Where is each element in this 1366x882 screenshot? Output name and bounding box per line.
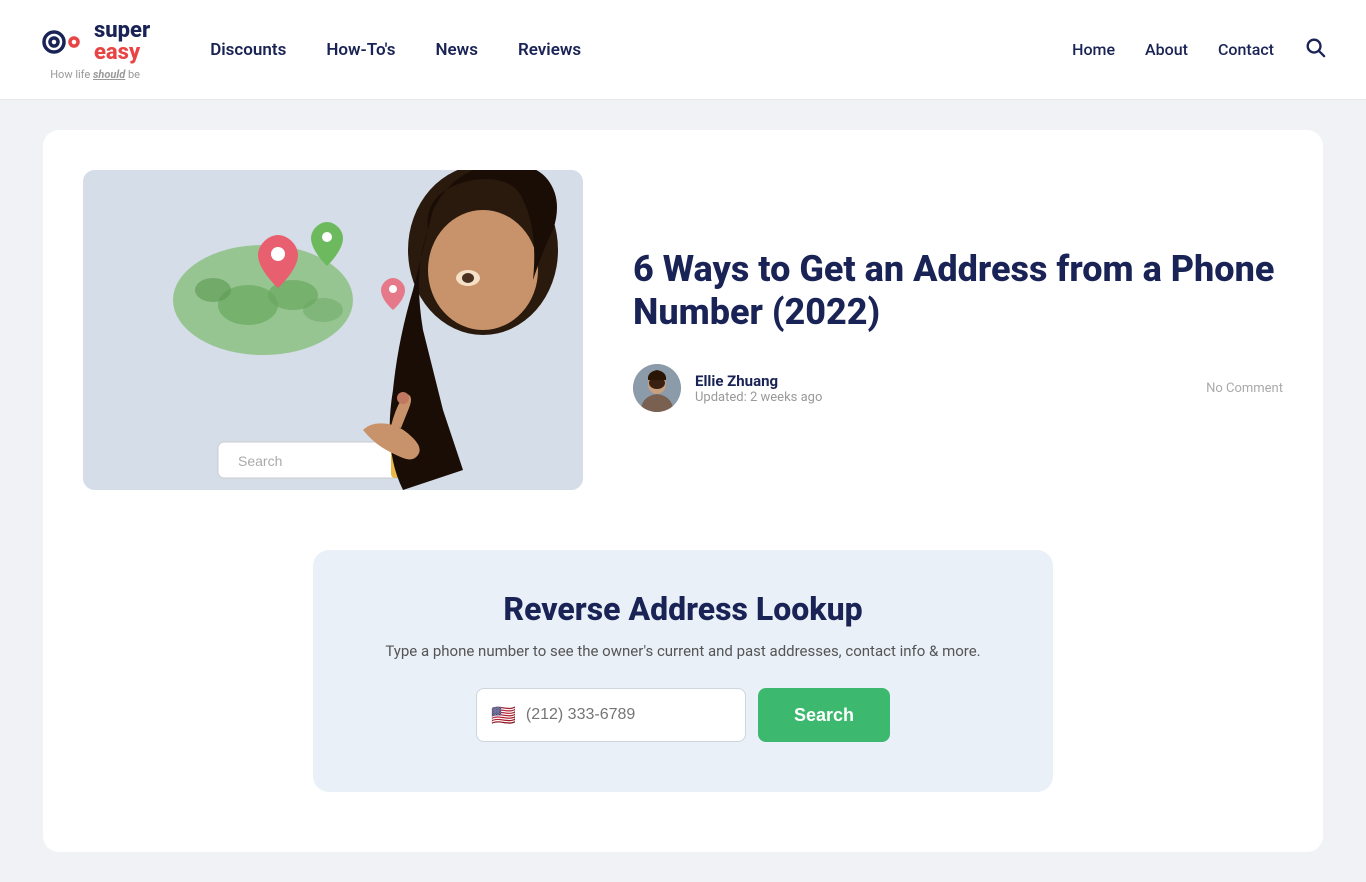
author-avatar (633, 364, 681, 412)
author-name: Ellie Zhuang (695, 372, 822, 390)
main-content: Search 🔍 (43, 130, 1323, 852)
main-nav: Discounts How-To's News Reviews (210, 40, 581, 60)
nav-reviews[interactable]: Reviews (518, 40, 581, 60)
article-title: 6 Ways to Get an Address from a Phone Nu… (633, 248, 1283, 334)
widget-section: Reverse Address Lookup Type a phone numb… (313, 550, 1053, 792)
widget-subtitle: Type a phone number to see the owner's c… (343, 642, 1023, 660)
hero-illustration: Search 🔍 (83, 170, 583, 490)
search-button[interactable]: Search (758, 688, 890, 742)
avatar-image (633, 364, 681, 412)
svg-text:Search: Search (238, 453, 282, 469)
search-icon-button[interactable] (1304, 36, 1326, 64)
us-flag-icon: 🇺🇸 (491, 703, 516, 727)
logo-mark: super easy (40, 18, 150, 66)
widget-title: Reverse Address Lookup (343, 590, 1023, 628)
hero-content: 6 Ways to Get an Address from a Phone Nu… (633, 248, 1283, 412)
author-row: Ellie Zhuang Updated: 2 weeks ago No Com… (633, 364, 1283, 412)
author-info: Ellie Zhuang Updated: 2 weeks ago (633, 364, 822, 412)
author-details: Ellie Zhuang Updated: 2 weeks ago (695, 372, 822, 405)
nav-discounts[interactable]: Discounts (210, 40, 286, 60)
logo-tagline: How life should be (50, 68, 140, 81)
no-comment: No Comment (1206, 381, 1283, 396)
header-right: Home About Contact (1072, 36, 1326, 64)
phone-input-wrapper: 🇺🇸 (476, 688, 746, 742)
header-left: super easy How life should be Discounts … (40, 18, 581, 81)
logo-easy: easy (94, 42, 150, 64)
logo-area[interactable]: super easy How life should be (40, 18, 150, 81)
article-hero: Search 🔍 (83, 170, 1283, 490)
phone-input[interactable] (526, 706, 731, 724)
nav-howtos[interactable]: How-To's (326, 40, 395, 60)
nav-news[interactable]: News (435, 40, 477, 60)
nav-about[interactable]: About (1145, 40, 1188, 59)
widget-form: 🇺🇸 Search (343, 688, 1023, 742)
search-icon (1304, 36, 1326, 58)
logo-super: super (94, 20, 150, 42)
hero-image: Search 🔍 (83, 170, 583, 490)
logo-text: super easy (94, 20, 150, 64)
author-date: Updated: 2 weeks ago (695, 390, 822, 405)
logo-icon (40, 18, 88, 66)
site-header: super easy How life should be Discounts … (0, 0, 1366, 100)
nav-home[interactable]: Home (1072, 40, 1115, 59)
nav-contact[interactable]: Contact (1218, 40, 1274, 59)
